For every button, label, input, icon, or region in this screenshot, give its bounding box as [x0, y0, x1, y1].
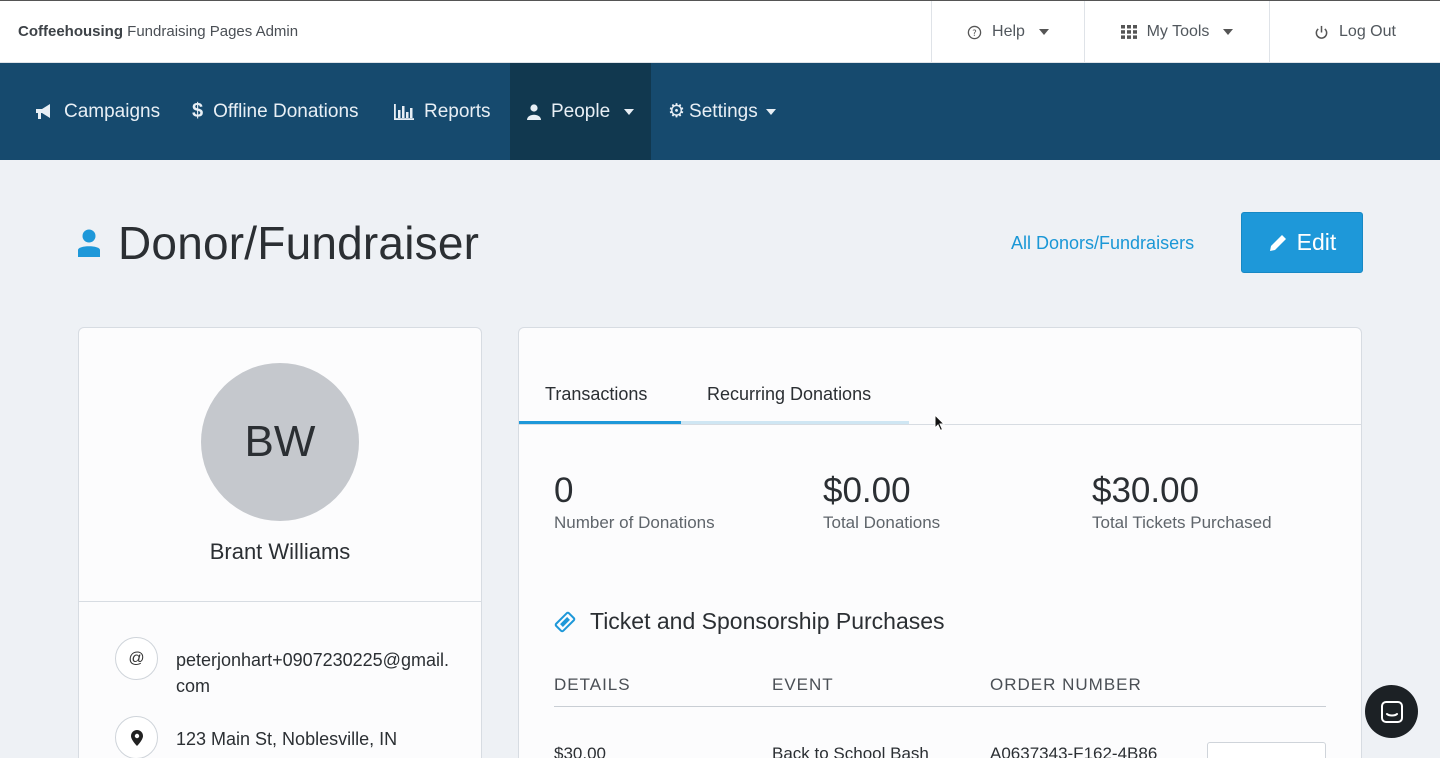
column-header-order-number: ORDER NUMBER	[990, 675, 1142, 694]
nav-label: Reports	[424, 100, 491, 122]
my-tools-menu-button[interactable]: My Tools	[1084, 1, 1269, 63]
chevron-down-icon	[1223, 29, 1234, 35]
column-header-details: DETAILS	[554, 675, 631, 694]
section-title-text: Ticket and Sponsorship Purchases	[590, 608, 945, 634]
nav-item-campaigns[interactable]: Campaigns	[34, 63, 160, 160]
profile-card: BW Brant Williams @ peterjonhart+0907230…	[78, 327, 482, 758]
avatar: BW	[201, 363, 359, 521]
page-title: Donor/Fundraiser	[118, 217, 480, 269]
email-value: peterjonhart+0907230225@gmail.com	[176, 650, 449, 696]
nav-label: People	[551, 100, 611, 122]
edit-label: Edit	[1296, 229, 1337, 255]
tab-recurring-donations[interactable]: Recurring Donations	[707, 384, 871, 405]
stat-total-donations: $0.00 Total Donations	[823, 471, 940, 533]
ticket-icon	[554, 611, 576, 632]
my-tools-label: My Tools	[1146, 23, 1210, 40]
row-action-button[interactable]	[1207, 742, 1326, 758]
chat-icon	[1380, 700, 1403, 723]
stat-number-of-donations: 0 Number of Donations	[554, 471, 715, 533]
person-name: Brant Williams	[209, 539, 351, 564]
grid-icon	[1120, 25, 1137, 39]
question-circle-icon: ?	[967, 25, 982, 39]
tab-transactions[interactable]: Transactions	[545, 384, 647, 405]
chevron-down-icon	[765, 108, 776, 115]
stat-label: Total Donations	[823, 513, 941, 532]
brand-subtitle: Fundraising Pages Admin	[127, 23, 299, 40]
tab-hover-indicator	[681, 421, 909, 424]
column-header-event: EVENT	[772, 675, 834, 694]
address-value: 123 Main St, Noblesville, IN	[176, 729, 398, 749]
tab-active-indicator	[519, 421, 681, 424]
power-icon	[1315, 25, 1328, 39]
stat-total-tickets: $30.00 Total Tickets Purchased	[1092, 471, 1272, 533]
chat-launcher-button[interactable]	[1365, 685, 1418, 738]
mouse-cursor-icon	[934, 414, 946, 432]
nav-item-reports[interactable]: Reports	[394, 63, 491, 160]
table-header-divider	[554, 706, 1326, 707]
cell-event: Back to School Bash	[772, 744, 929, 758]
transactions-card: Transactions Recurring Donations 0 Numbe…	[518, 327, 1362, 758]
app-brand: Coffeehousing Fundraising Pages Admin	[18, 23, 298, 40]
nav-label: Campaigns	[64, 100, 161, 122]
stat-label: Number of Donations	[554, 513, 715, 532]
email-icon: @	[115, 637, 158, 680]
cell-order-number: A0637343-F162-4B86	[990, 744, 1158, 758]
pencil-icon	[1269, 234, 1286, 251]
nav-item-offline-donations[interactable]: $ Offline Donations	[192, 63, 359, 160]
main-nav: Campaigns $ Offline Donations Reports Pe…	[0, 63, 1440, 160]
stat-value: 0	[554, 471, 574, 510]
nav-item-settings[interactable]: ⚙ Settings	[668, 63, 776, 160]
edit-button[interactable]: Edit	[1241, 212, 1363, 273]
cell-details: $30.00	[554, 744, 606, 758]
logout-label: Log Out	[1339, 23, 1396, 40]
logout-button[interactable]: Log Out	[1269, 1, 1440, 63]
nav-label: Settings	[689, 100, 758, 122]
nav-item-people[interactable]: People	[510, 63, 651, 160]
all-donors-link[interactable]: All Donors/Fundraisers	[1011, 233, 1194, 254]
dollar-icon: $	[192, 100, 204, 122]
megaphone-icon	[36, 103, 50, 119]
stat-value: $0.00	[823, 471, 911, 510]
chevron-down-icon	[1038, 29, 1049, 35]
brand-name: Coffeehousing	[18, 23, 123, 40]
top-bar: Coffeehousing Fundraising Pages Admin ? …	[0, 0, 1440, 63]
stat-value: $30.00	[1092, 471, 1200, 510]
svg-text:?: ?	[972, 27, 976, 37]
gear-icon: ⚙	[668, 101, 686, 122]
map-pin-icon	[115, 716, 158, 758]
stat-label: Total Tickets Purchased	[1092, 513, 1272, 532]
user-icon	[527, 103, 541, 120]
tickets-section-title: Ticket and Sponsorship Purchases	[554, 608, 945, 635]
divider	[79, 601, 481, 602]
chevron-down-icon	[624, 108, 635, 115]
help-label: Help	[992, 23, 1025, 40]
help-menu-button[interactable]: ? Help	[931, 1, 1084, 63]
nav-label: Offline Donations	[213, 100, 359, 122]
bar-chart-icon	[394, 103, 414, 120]
user-icon	[78, 229, 100, 257]
